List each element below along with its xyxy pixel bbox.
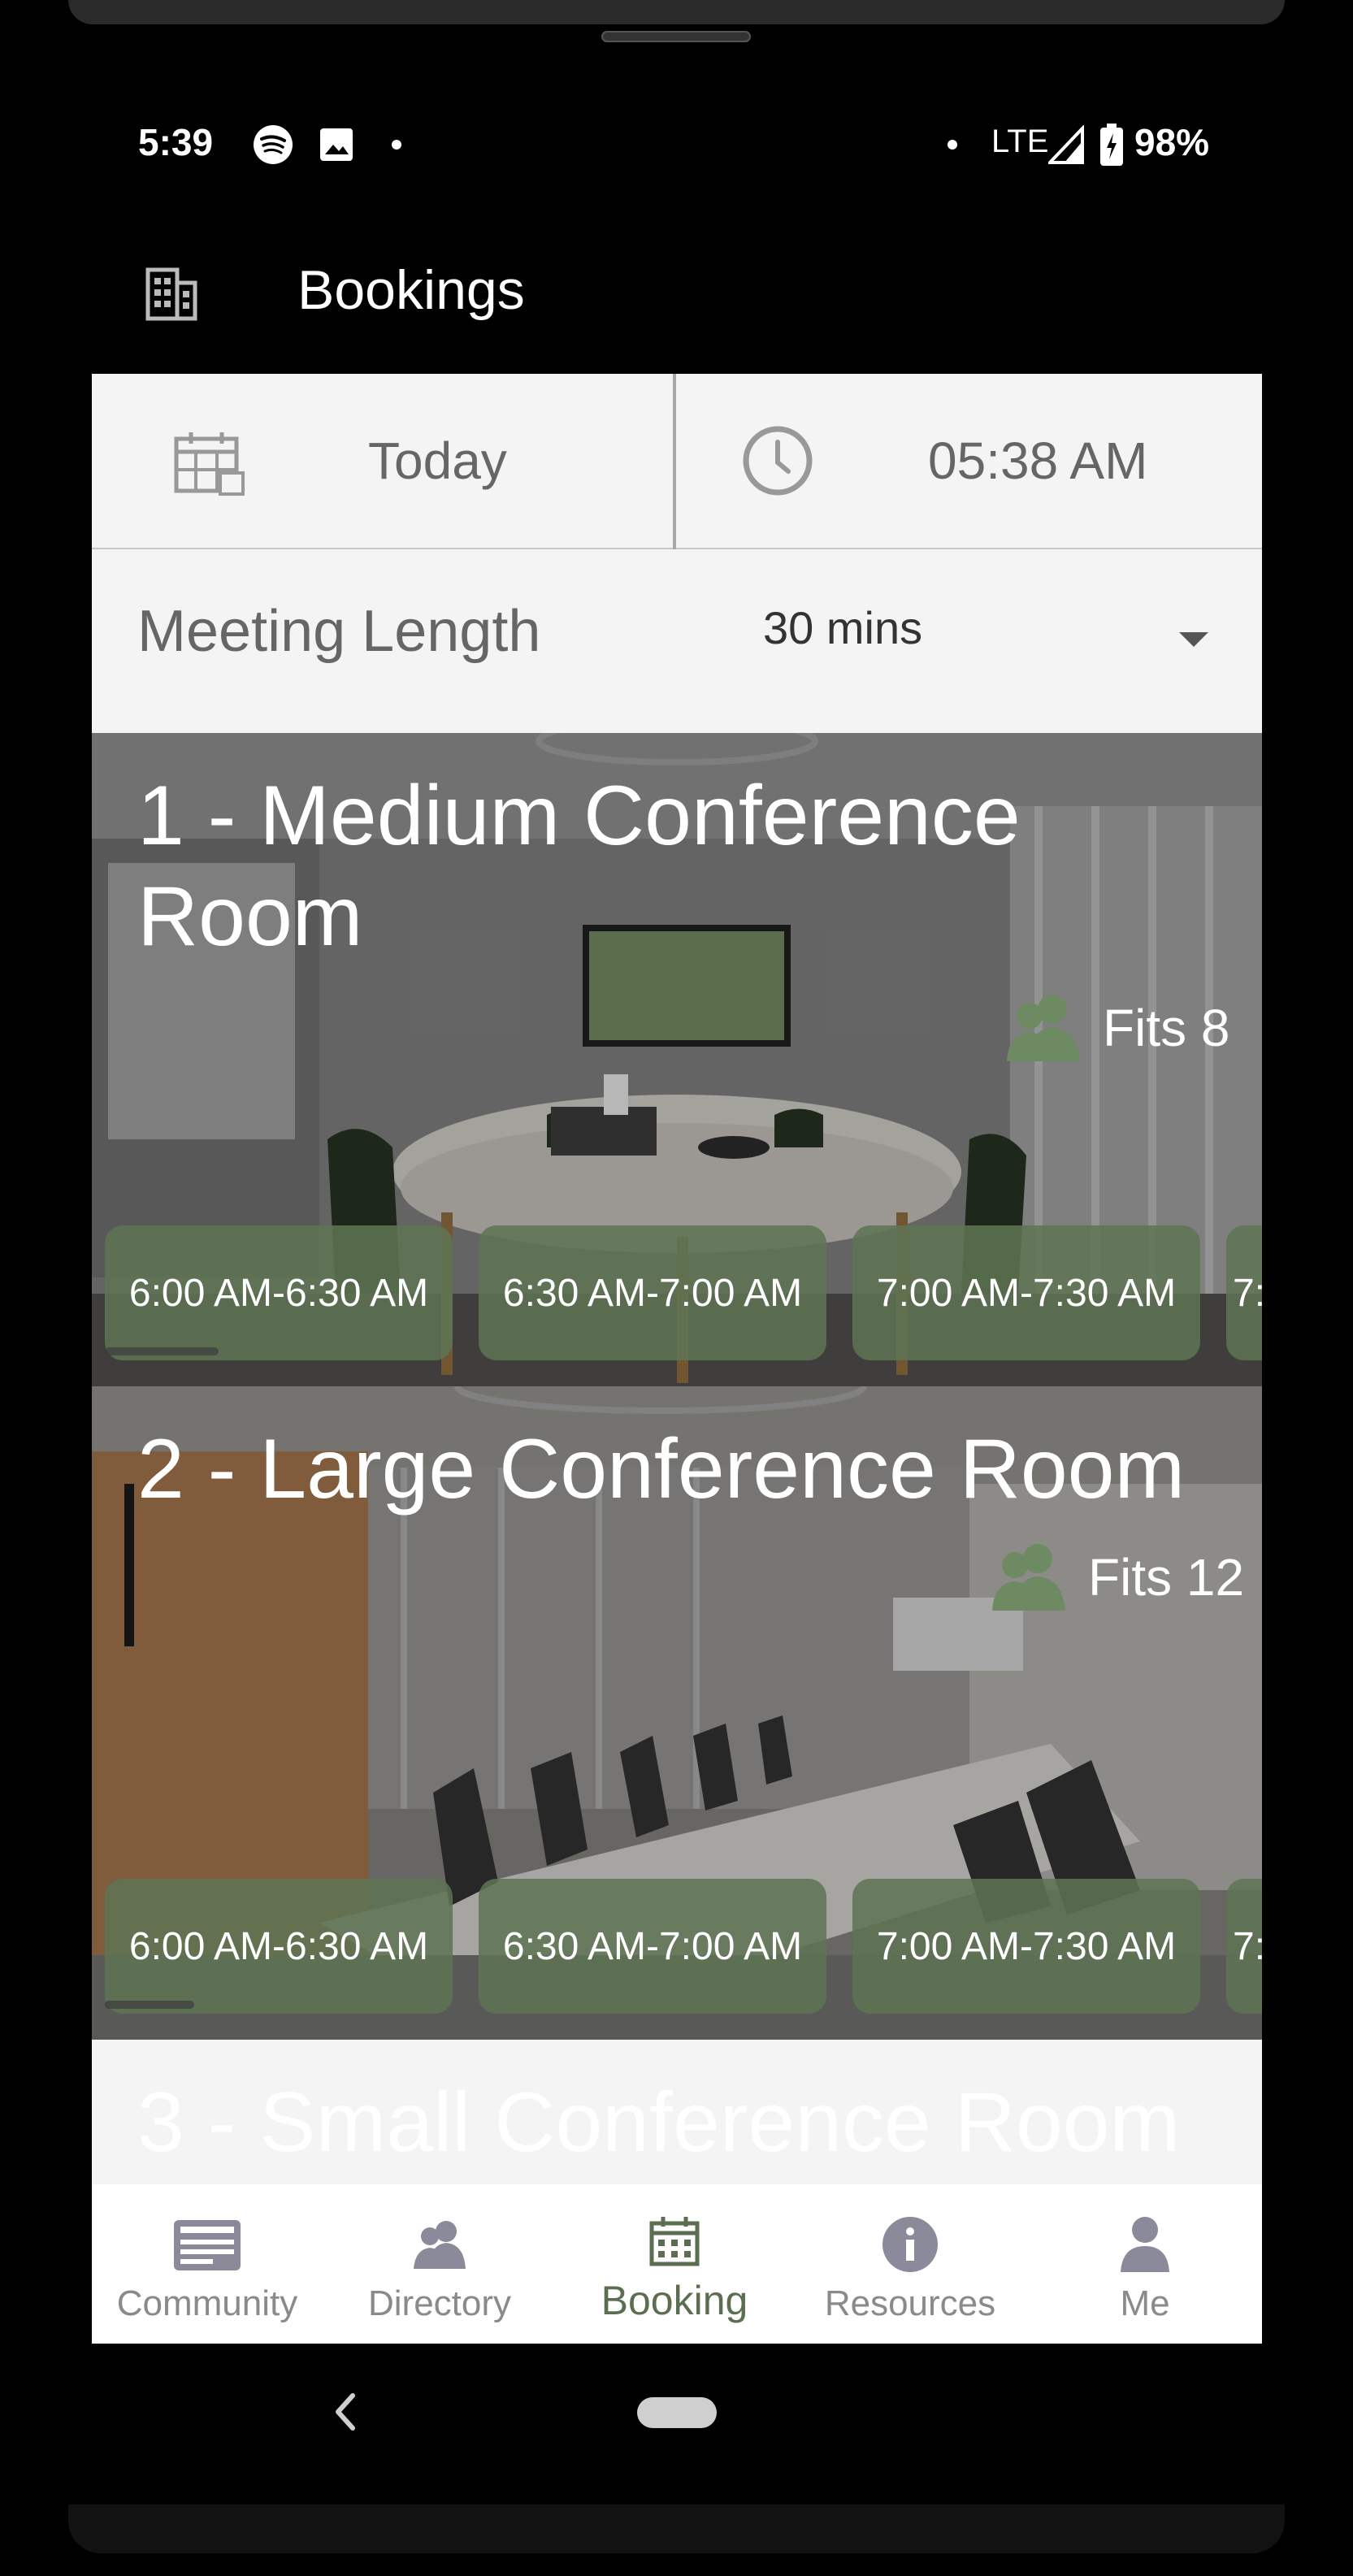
time-slot[interactable]: 6:00 AM-6:30 AM [105,1879,453,2014]
date-value: Today [368,432,507,490]
room-name: 2 - Large Conference Room [137,1422,1186,1516]
scroll-indicator [105,2001,194,2009]
room-card[interactable]: 2 - Large Conference Room Fits 12 6:00 A… [92,1386,1262,2040]
time-slot[interactable]: 7:00 AM-7:30 AM [852,1879,1200,2014]
page-title: Bookings [297,259,525,321]
room-capacity: Fits 8 [1005,991,1229,1065]
people-icon [1007,995,1080,1061]
nav-item-community[interactable]: Community [92,2184,323,2344]
meeting-length-value: 30 mins [763,602,923,653]
image-icon [320,128,353,161]
time-slot[interactable]: 7: [1226,1225,1262,1360]
booking-screen: Today 05:38 AM Meeting Length 30 mins 1 … [92,374,1262,2344]
date-time-bar: Today 05:38 AM [92,374,1262,549]
nav-item-resources[interactable]: Resources [792,2184,1028,2344]
device-speaker [601,31,751,42]
bottom-navigation: Community Directory Booking Resources Me [92,2184,1262,2344]
battery-percent: 98% [1134,121,1210,163]
meeting-length-select[interactable]: 30 mins [763,549,1262,733]
nav-item-me[interactable]: Me [1028,2184,1262,2344]
spotify-icon [254,125,293,164]
device-bezel-top [68,0,1285,24]
time-value: 05:38 AM [928,432,1148,490]
nav-label: Me [1120,2283,1170,2323]
community-icon [174,2220,241,2270]
battery-icon [1100,124,1123,166]
time-slot[interactable]: 6:30 AM-7:00 AM [479,1879,826,2014]
room-name: 3 - Small Conference Room [137,2075,1181,2170]
calendar-icon [174,432,245,496]
room-capacity: Fits 12 [991,1541,1244,1614]
nav-label: Booking [601,2278,748,2323]
notification-dot-icon [392,140,401,150]
room-card[interactable]: 3 - Small Conference Room [92,2040,1262,2184]
meeting-length-row: Meeting Length 30 mins [92,549,1262,733]
info-icon [882,2217,938,2272]
time-slot-row: 6:00 AM-6:30 AM 6:30 AM-7:00 AM 7:00 AM-… [105,1879,1262,2014]
home-pill[interactable] [637,2397,717,2428]
time-slot[interactable]: 7: [1226,1879,1262,2014]
date-picker[interactable]: Today [92,374,673,549]
dot-icon [948,140,957,150]
room-name: 1 - Medium Conference Room [137,769,1021,964]
network-type: LTE [991,124,1049,159]
people-icon [992,1544,1065,1611]
back-icon[interactable] [328,2389,361,2435]
nav-label: Resources [824,2283,996,2323]
nav-item-directory[interactable]: Directory [323,2184,557,2344]
time-slot-row: 6:00 AM-6:30 AM 6:30 AM-7:00 AM 7:00 AM-… [105,1225,1262,1360]
nav-label: Community [116,2283,298,2323]
status-time: 5:39 [138,121,214,163]
nav-item-booking[interactable]: Booking [557,2184,792,2344]
time-slot[interactable]: 6:00 AM-6:30 AM [105,1225,453,1360]
time-slot[interactable]: 6:30 AM-7:00 AM [479,1225,826,1360]
clock-icon [743,426,813,496]
person-icon [1121,2217,1169,2272]
device-bezel-bottom [68,2504,1285,2553]
dropdown-arrow-icon [1179,632,1208,647]
time-slot[interactable]: 7:00 AM-7:30 AM [852,1225,1200,1360]
nav-label: Directory [367,2283,512,2323]
meeting-length-label: Meeting Length [137,599,541,664]
booking-icon [649,2217,700,2266]
directory-icon [414,2221,466,2269]
scroll-indicator [105,1347,219,1355]
room-card[interactable]: 1 - Medium Conference Room Fits 8 6:00 A… [92,733,1262,1386]
signal-icon [1048,125,1084,164]
time-picker[interactable]: 05:38 AM [676,374,1262,549]
building-icon[interactable] [141,265,200,323]
